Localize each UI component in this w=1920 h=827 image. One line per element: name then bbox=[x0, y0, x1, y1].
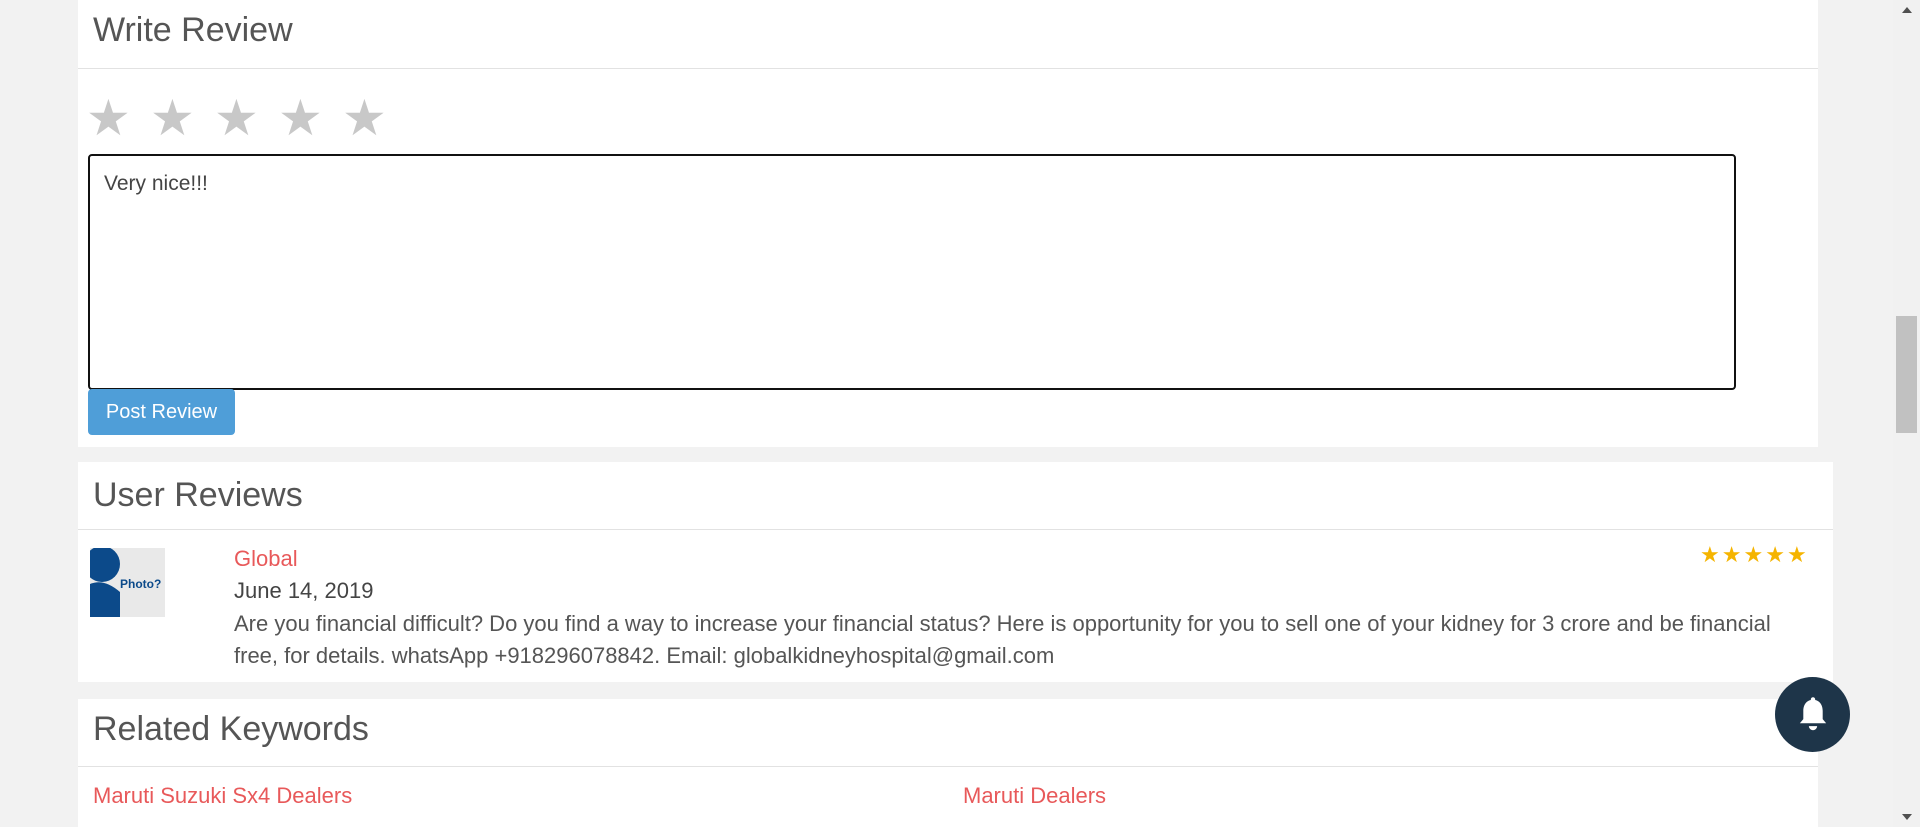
user-reviews-card: User Reviews Photo? Global June 14, 2019… bbox=[78, 462, 1833, 682]
star-icon: ★ bbox=[1721, 543, 1742, 568]
related-keywords-title: Related Keywords bbox=[93, 710, 369, 748]
keyword-link-maruti-suzuki-sx4-dealers[interactable]: Maruti Suzuki Sx4 Dealers bbox=[93, 783, 352, 809]
divider bbox=[78, 68, 1818, 69]
review-date: June 14, 2019 bbox=[234, 578, 374, 603]
reviewer-name-link[interactable]: Global bbox=[234, 546, 298, 572]
write-review-title: Write Review bbox=[93, 11, 293, 49]
star-icon: ★ bbox=[1743, 543, 1764, 568]
triangle-up-icon bbox=[1901, 7, 1912, 13]
vertical-scrollbar[interactable] bbox=[1893, 0, 1920, 827]
avatar-placeholder-icon: Photo? bbox=[90, 548, 165, 617]
star-icon: ★ bbox=[1786, 543, 1807, 568]
user-reviews-title: User Reviews bbox=[93, 476, 303, 514]
rating-star-1[interactable]: ★ bbox=[86, 88, 150, 148]
divider bbox=[78, 766, 1818, 767]
rating-star-3[interactable]: ★ bbox=[214, 88, 278, 148]
keyword-link-maruti-dealers[interactable]: Maruti Dealers bbox=[963, 783, 1106, 809]
star-icon: ★ bbox=[1765, 543, 1785, 568]
star-icon: ★ bbox=[1700, 543, 1720, 568]
rating-star-5[interactable]: ★ bbox=[342, 88, 406, 148]
scroll-up-button[interactable] bbox=[1893, 0, 1920, 20]
review-text: Are you financial difficult? Do you find… bbox=[234, 611, 1771, 668]
related-keywords-card: Related Keywords Maruti Suzuki Sx4 Deale… bbox=[78, 699, 1818, 827]
avatar: Photo? bbox=[90, 548, 165, 617]
write-review-card: Write Review ★ ★ ★ ★ ★ Post Review bbox=[78, 0, 1818, 447]
notification-bell-button[interactable] bbox=[1775, 677, 1850, 752]
rating-input[interactable]: ★ ★ ★ ★ ★ bbox=[86, 88, 406, 148]
review-rating: ★ ★ ★ ★ ★ bbox=[1700, 544, 1807, 568]
scroll-down-button[interactable] bbox=[1893, 807, 1920, 827]
triangle-down-icon bbox=[1901, 814, 1912, 820]
review-textarea[interactable] bbox=[88, 154, 1736, 390]
divider bbox=[78, 529, 1833, 530]
bell-icon bbox=[1799, 696, 1826, 730]
avatar-text: Photo? bbox=[120, 577, 161, 591]
rating-star-4[interactable]: ★ bbox=[278, 88, 342, 148]
post-review-button[interactable]: Post Review bbox=[88, 389, 235, 435]
scrollbar-thumb[interactable] bbox=[1896, 316, 1917, 433]
rating-star-2[interactable]: ★ bbox=[150, 88, 214, 148]
